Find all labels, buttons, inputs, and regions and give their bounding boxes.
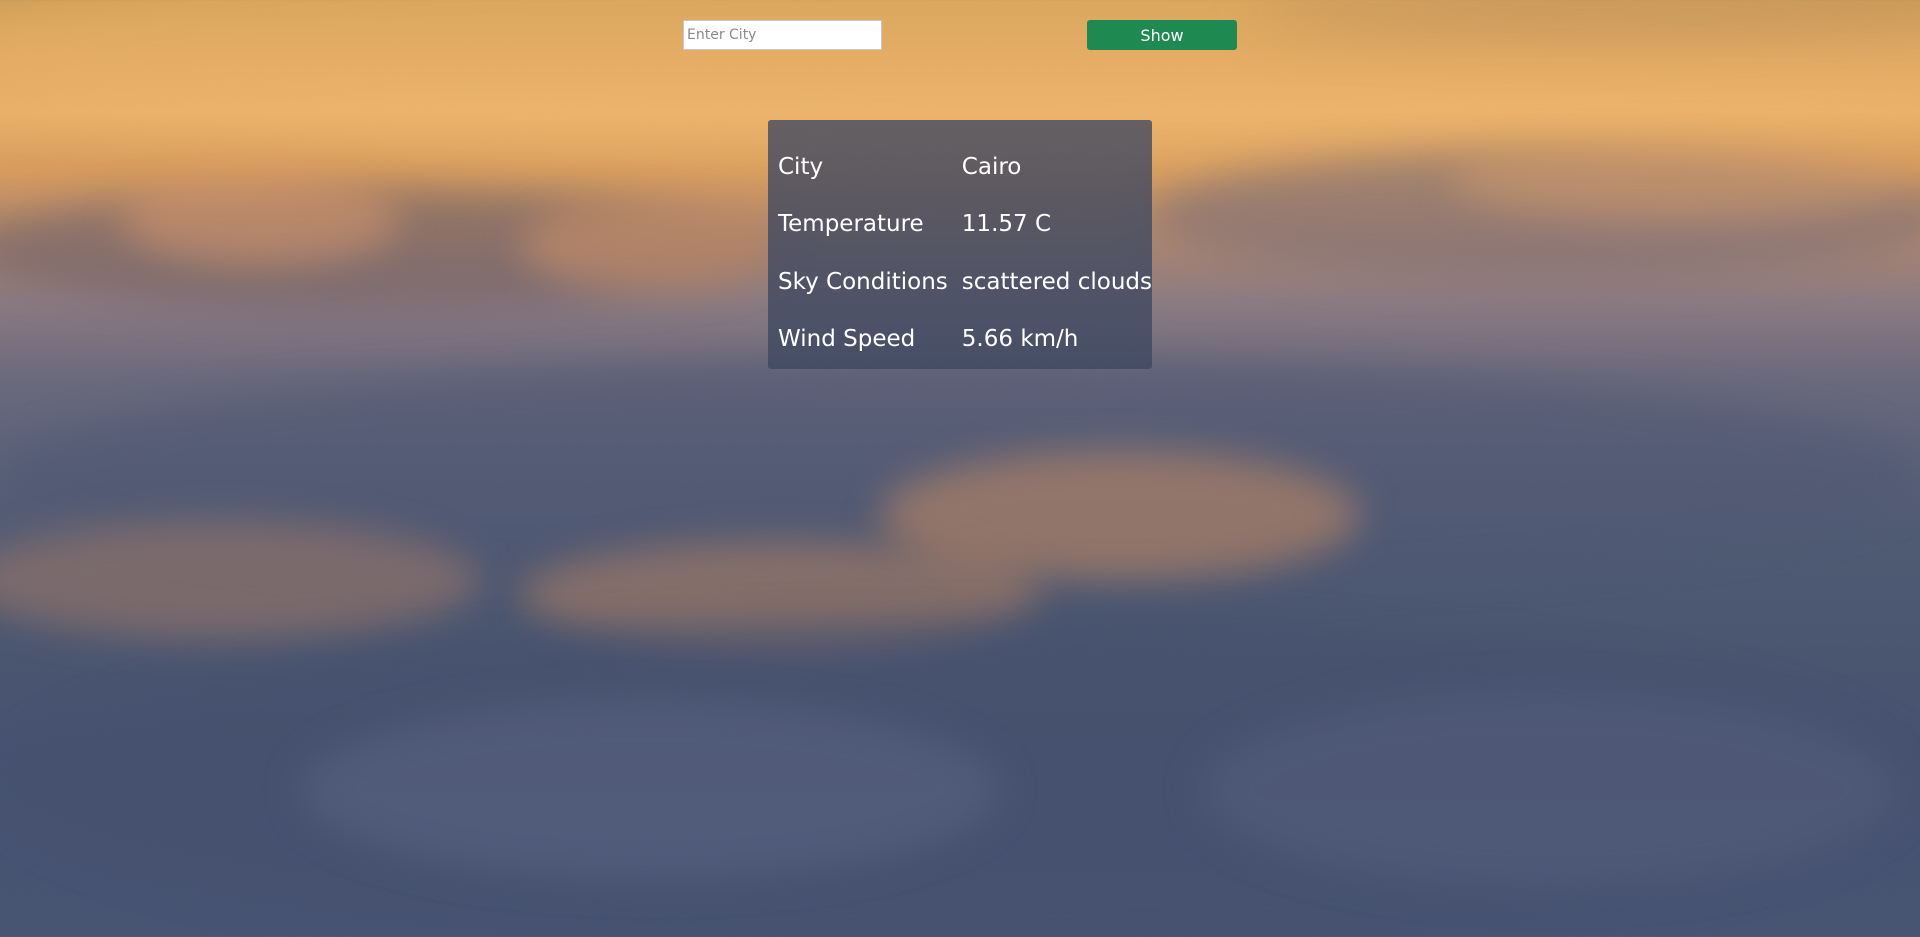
weather-row-temperature: Temperature 11.57 C: [778, 196, 1152, 254]
weather-table: City Cairo Temperature 11.57 C Sky Condi…: [778, 138, 1152, 368]
wind-speed-value: 5.66 km/h: [961, 326, 1079, 353]
show-button[interactable]: Show: [1087, 20, 1237, 50]
temperature-label: Temperature: [778, 211, 924, 238]
weather-row-sky-conditions: Sky Conditions scattered clouds: [778, 253, 1152, 311]
weather-row-wind-speed: Wind Speed 5.66 km/h: [778, 311, 1152, 369]
wind-speed-label: Wind Speed: [778, 326, 916, 353]
sky-conditions-value: scattered clouds: [961, 268, 1152, 295]
city-value: Cairo: [961, 153, 1022, 180]
sky-conditions-label: Sky Conditions: [778, 268, 948, 295]
city-label: City: [778, 153, 824, 180]
weather-row-city: City Cairo: [778, 138, 1152, 196]
temperature-value: 11.57 C: [961, 211, 1052, 238]
city-input[interactable]: [683, 20, 882, 50]
weather-card: City Cairo Temperature 11.57 C Sky Condi…: [768, 120, 1152, 369]
